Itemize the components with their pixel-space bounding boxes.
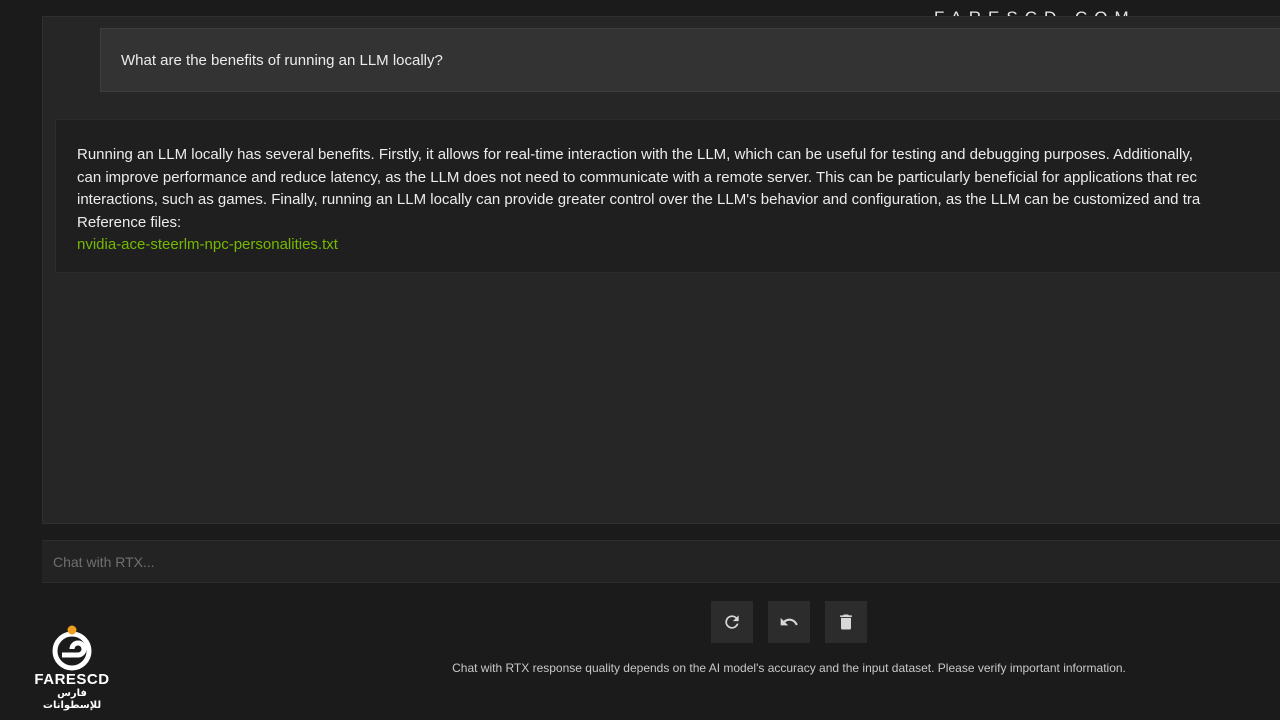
brand-logo-icon [52, 625, 92, 671]
brand-subtitle: فارس للإسطوانات [42, 688, 102, 711]
disclaimer-text: Chat with RTX response quality depends o… [452, 661, 1126, 675]
reference-file-link[interactable]: nvidia-ace-steerlm-npc-personalities.txt [77, 234, 1280, 257]
regenerate-button[interactable] [711, 601, 753, 643]
undo-icon [780, 617, 798, 626]
trash-icon [840, 614, 852, 630]
assistant-line: can improve performance and reduce laten… [77, 168, 1198, 186]
refresh-icon [725, 615, 739, 629]
chat-history-panel: What are the benefits of running an LLM … [42, 16, 1280, 524]
assistant-line: Running an LLM locally has several benef… [77, 146, 1193, 163]
brand-logo: FARESCD فارس للإسطوانات [30, 624, 114, 712]
assistant-message-bubble: Running an LLM locally has several benef… [55, 119, 1280, 273]
chat-input-bar [42, 540, 1280, 583]
reference-files-label: Reference files: [77, 213, 182, 231]
chat-input[interactable] [42, 541, 1280, 582]
undo-button[interactable] [768, 601, 810, 643]
chat-action-buttons [711, 601, 867, 643]
user-message-bubble: What are the benefits of running an LLM … [100, 28, 1280, 92]
assistant-line: interactions, such as games. Finally, ru… [77, 191, 1201, 208]
brand-name: FARESCD [34, 671, 110, 688]
clear-chat-button[interactable] [825, 601, 867, 643]
user-message-text: What are the benefits of running an LLM … [121, 51, 443, 69]
assistant-message-text: Running an LLM locally has several benef… [77, 144, 1280, 212]
